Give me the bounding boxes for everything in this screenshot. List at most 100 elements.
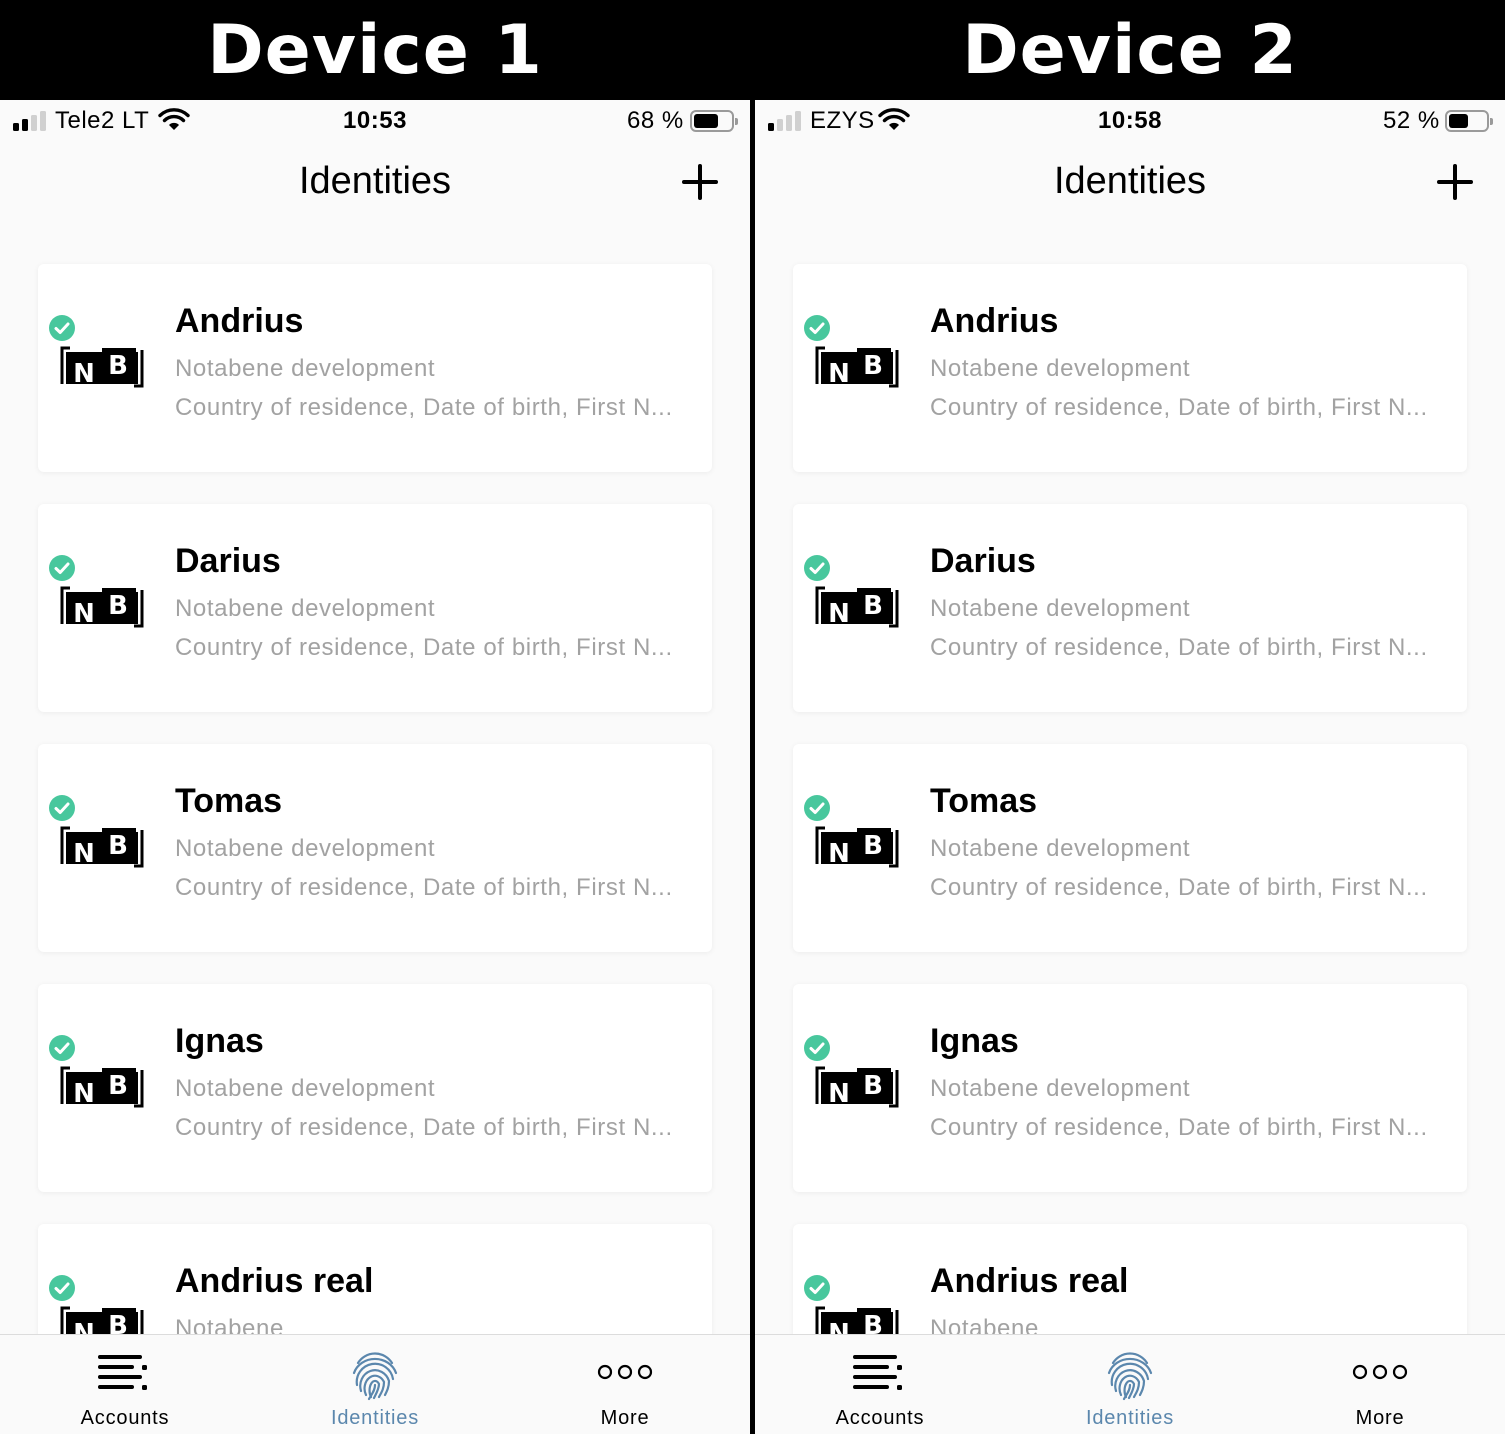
verified-check-icon [49,795,75,821]
identity-card[interactable]: N B Ignas Notabene development Country of … [793,984,1467,1192]
svg-text:N: N [73,839,95,869]
identity-attributes: Country of residence, Date of birth, Fir… [930,874,1428,901]
tab-label: Accounts [80,1407,170,1429]
page-title: Identities [1053,160,1207,202]
verified-check-icon [804,555,830,581]
notabene-logo-icon: N B [815,1064,899,1110]
identity-card[interactable]: N B Ignas Notabene development Country of … [38,984,712,1192]
add-identity-button[interactable] [680,162,720,202]
identity-attributes: Country of residence, Date of birth, Fir… [175,634,673,661]
tab-identities[interactable]: Identities [1005,1335,1255,1434]
identity-attributes: Country of residence, Date of birth, Fir… [930,634,1428,661]
page-title: Identities [298,160,452,202]
identity-organization: Notabene development [930,835,1191,862]
more-dots-icon [595,1351,655,1395]
identity-card[interactable]: N B Andrius Notabene development Country o… [38,264,712,472]
identity-name: Andrius [930,302,1059,340]
accounts-list-icon [95,1351,155,1395]
identity-attributes: Country of residence, Date of birth, Fir… [930,394,1428,421]
notabene-logo-icon: N B [60,824,144,870]
svg-text:N: N [828,359,850,389]
tab-bar: Accounts Identities More [755,1334,1505,1434]
status-bar: Tele2 LT 10:53 68 % [0,100,750,144]
add-identity-button[interactable] [1435,162,1475,202]
identity-organization: Notabene development [175,595,436,622]
tab-label: Identities [1085,1407,1175,1429]
identity-organization: Notabene development [930,1075,1191,1102]
tab-label: More [600,1407,650,1429]
tab-accounts[interactable]: Accounts [755,1335,1005,1434]
identity-organization: Notabene development [175,355,436,382]
tab-more[interactable]: More [1255,1335,1505,1434]
tab-more[interactable]: More [500,1335,750,1434]
more-dots-icon [1350,1351,1410,1395]
svg-text:N: N [73,599,95,629]
battery-percentage: 68 % [627,107,684,134]
tab-label: Identities [330,1407,420,1429]
status-bar: EZYS 10:58 52 % [755,100,1505,144]
battery-icon [690,110,738,132]
svg-text:N: N [828,1079,850,1109]
identity-card[interactable]: N B Andrius Notabene development Country o… [793,264,1467,472]
svg-text:B: B [863,591,883,621]
notabene-logo-icon: N B [815,344,899,390]
svg-text:B: B [108,591,128,621]
device-1-screen: Tele2 LT 10:53 68 % Identities N B Andri… [0,100,750,1434]
verified-check-icon [804,1275,830,1301]
notabene-logo-icon: N B [60,1064,144,1110]
svg-text:N: N [73,359,95,389]
device-2-label: Device 2 [962,10,1298,90]
tab-accounts[interactable]: Accounts [0,1335,250,1434]
identity-name: Tomas [930,782,1038,820]
svg-text:B: B [863,1071,883,1101]
accounts-list-icon [850,1351,910,1395]
verified-check-icon [49,1275,75,1301]
svg-text:B: B [863,351,883,381]
battery-icon [1445,110,1493,132]
identity-card[interactable]: N B Darius Notabene development Country of… [38,504,712,712]
verified-check-icon [804,315,830,341]
identity-name: Andrius real [175,1262,374,1300]
identity-attributes: Country of residence, Date of birth, Fir… [175,394,673,421]
tab-label: Accounts [835,1407,925,1429]
identity-organization: Notabene development [175,1075,436,1102]
identity-name: Tomas [175,782,283,820]
verified-check-icon [804,1035,830,1061]
verified-check-icon [49,1035,75,1061]
svg-text:B: B [108,831,128,861]
notabene-logo-icon: N B [815,584,899,630]
identity-name: Andrius real [930,1262,1129,1300]
fingerprint-icon [1100,1351,1160,1401]
identity-name: Darius [930,542,1036,580]
identity-organization: Notabene development [930,595,1191,622]
identity-name: Andrius [175,302,304,340]
device-2-screen: EZYS 10:58 52 % Identities N B Andrius No… [755,100,1505,1434]
svg-text:B: B [108,1071,128,1101]
svg-text:B: B [863,831,883,861]
notabene-logo-icon: N B [60,584,144,630]
verified-check-icon [49,555,75,581]
tab-identities[interactable]: Identities [250,1335,500,1434]
device-1-label: Device 1 [207,10,543,90]
battery-percentage: 52 % [1383,107,1440,134]
svg-text:N: N [828,839,850,869]
identity-organization: Notabene development [930,355,1191,382]
fingerprint-icon [345,1351,405,1401]
tab-bar: Accounts Identities More [0,1334,750,1434]
identity-attributes: Country of residence, Date of birth, Fir… [930,1114,1428,1141]
notabene-logo-icon: N B [815,824,899,870]
identity-card[interactable]: N B Darius Notabene development Country of… [793,504,1467,712]
identity-name: Ignas [930,1022,1019,1060]
identity-card[interactable]: N B Tomas Notabene development Country of … [38,744,712,952]
identity-card[interactable]: N B Tomas Notabene development Country of … [793,744,1467,952]
identity-organization: Notabene development [175,835,436,862]
identity-name: Ignas [175,1022,264,1060]
notabene-logo-icon: N B [60,344,144,390]
verified-check-icon [804,795,830,821]
identity-attributes: Country of residence, Date of birth, Fir… [175,874,673,901]
verified-check-icon [49,315,75,341]
identity-attributes: Country of residence, Date of birth, Fir… [175,1114,673,1141]
identity-name: Darius [175,542,281,580]
svg-text:N: N [73,1079,95,1109]
tab-label: More [1355,1407,1405,1429]
